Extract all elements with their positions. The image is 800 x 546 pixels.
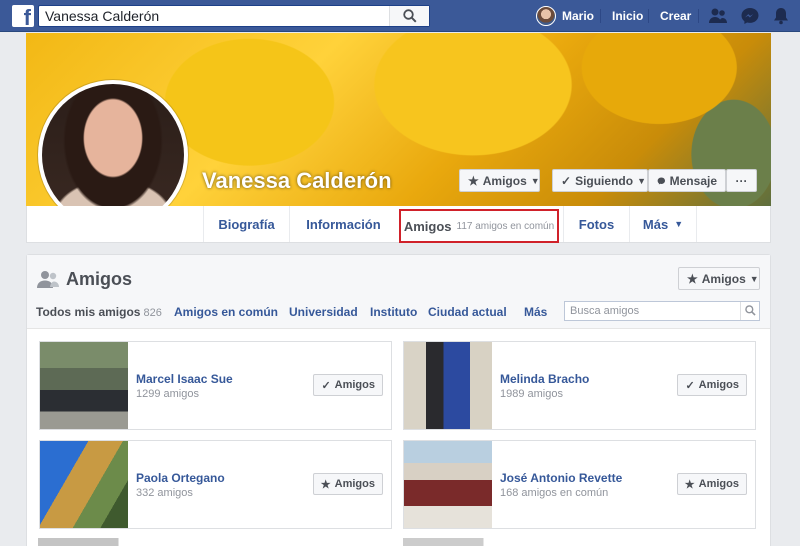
- check-icon: ✓: [561, 173, 572, 188]
- notifications-icon[interactable]: [771, 7, 791, 25]
- friends-search-input[interactable]: [570, 304, 740, 318]
- mutual-friends-count: 117 amigos en común: [456, 220, 555, 232]
- more-dots-icon: ···: [735, 173, 748, 188]
- friend-count: 168 amigos en común: [500, 487, 609, 499]
- friends-panel-header: Amigos ★ Amigos ▼ Todos mis amigos 826 Am…: [27, 255, 770, 329]
- divider: [648, 9, 649, 23]
- profile-tabs: Biografía Información Amigos 117 amigos …: [26, 206, 771, 243]
- check-icon: ✓: [321, 379, 331, 392]
- friends-panel: Amigos ★ Amigos ▼ Todos mis amigos 826 Am…: [26, 254, 771, 546]
- search-button[interactable]: [389, 6, 429, 26]
- friend-card: Melinda Bracho 1989 amigos ✓ Amigos: [403, 341, 756, 430]
- check-icon: ✓: [685, 379, 695, 392]
- friend-card: Marcel Isaac Sue 1299 amigos ✓ Amigos: [39, 341, 392, 430]
- friend-status-button[interactable]: ★ Amigos: [676, 473, 747, 495]
- friends-status-label: Amigos: [482, 173, 527, 188]
- friend-name[interactable]: José Antonio Revette: [500, 471, 622, 485]
- facebook-logo[interactable]: f: [12, 5, 34, 27]
- friend-status-label: Amigos: [698, 478, 739, 490]
- friend-name[interactable]: Marcel Isaac Sue: [136, 372, 233, 386]
- friends-count: 826: [143, 307, 162, 319]
- star-icon: ★: [468, 173, 479, 188]
- friend-card: José Antonio Revette 168 amigos en común…: [403, 440, 756, 529]
- filter-mutual-friends[interactable]: Amigos en común: [174, 305, 278, 319]
- friends-panel-title: Amigos: [66, 269, 133, 289]
- next-row-preview: [38, 538, 768, 546]
- friend-name[interactable]: Melinda Bracho: [500, 372, 589, 386]
- friend-photo[interactable]: [40, 342, 128, 429]
- tab-mas[interactable]: Más ▼: [629, 206, 697, 242]
- caret-down-icon: ▼: [674, 219, 684, 229]
- user-profile-link[interactable]: Mario: [536, 6, 594, 26]
- friend-status-button[interactable]: ✓ Amigos: [313, 374, 383, 396]
- top-bar: f Mario Inicio Crear: [0, 0, 800, 32]
- tab-biografia[interactable]: Biografía: [203, 206, 289, 242]
- friend-status-button[interactable]: ✓ Amigos: [677, 374, 747, 396]
- user-name: Mario: [562, 9, 595, 23]
- friend-requests-icon[interactable]: [708, 7, 728, 25]
- friends-header-label: Amigos: [701, 271, 746, 286]
- friend-status-label: Amigos: [334, 379, 375, 391]
- divider: [698, 9, 699, 23]
- message-button[interactable]: Mensaje: [648, 169, 726, 192]
- messenger-icon[interactable]: [740, 7, 760, 25]
- create-link[interactable]: Crear: [660, 9, 691, 23]
- messenger-icon: [657, 177, 665, 184]
- star-icon: ★: [687, 271, 698, 286]
- following-label: Siguiendo: [575, 173, 634, 188]
- friend-status-label: Amigos: [698, 379, 739, 391]
- divider: [600, 9, 601, 23]
- friend-name[interactable]: Paola Ortegano: [136, 471, 225, 485]
- filter-current-city[interactable]: Ciudad actual: [428, 305, 507, 319]
- caret-down-icon: ▼: [637, 175, 646, 186]
- tab-label: Más: [642, 216, 669, 232]
- search-icon: [745, 305, 756, 316]
- filter-university[interactable]: Universidad: [289, 305, 358, 319]
- filter-more[interactable]: Más: [524, 305, 547, 319]
- friend-card: Paola Ortegano 332 amigos ★ Amigos: [39, 440, 392, 529]
- tab-label: Fotos: [578, 216, 615, 232]
- caret-down-icon: ▼: [530, 175, 540, 186]
- friend-photo[interactable]: [404, 441, 492, 528]
- filter-all-friends[interactable]: Todos mis amigos 826: [36, 305, 162, 319]
- friends-icon: [37, 271, 59, 288]
- filter-high-school[interactable]: Instituto: [370, 305, 417, 319]
- friend-photo[interactable]: [404, 342, 492, 429]
- tab-fotos[interactable]: Fotos: [563, 206, 629, 242]
- tab-label: Información: [306, 216, 381, 232]
- home-link[interactable]: Inicio: [612, 9, 643, 23]
- search-box: [38, 5, 430, 27]
- tab-label: Biografía: [218, 216, 275, 232]
- profile-name[interactable]: Vanessa Calderón: [202, 168, 392, 194]
- search-icon: [403, 9, 417, 23]
- friend-count: 1299 amigos: [136, 388, 199, 400]
- friends-status-button[interactable]: ★ Amigos ▼: [459, 169, 540, 192]
- friend-photo[interactable]: [40, 441, 128, 528]
- filter-label: Todos mis amigos: [36, 305, 141, 319]
- friend-count: 332 amigos: [136, 487, 193, 499]
- search-input[interactable]: [45, 7, 395, 25]
- friends-search-box: [564, 301, 760, 321]
- caret-down-icon: ▼: [749, 273, 759, 284]
- profile-photo-image: [42, 84, 184, 226]
- friend-status-label: Amigos: [334, 478, 375, 490]
- tab-informacion[interactable]: Información: [289, 206, 397, 242]
- friends-search-button[interactable]: [740, 302, 759, 320]
- friends-header-button[interactable]: ★ Amigos ▼: [678, 267, 760, 290]
- tab-label: Amigos: [403, 218, 452, 234]
- following-button[interactable]: ✓ Siguiendo ▼: [552, 169, 648, 192]
- message-label: Mensaje: [669, 173, 717, 188]
- friend-status-button[interactable]: ★ Amigos: [312, 473, 383, 495]
- star-icon: ★: [684, 478, 695, 491]
- avatar: [536, 6, 556, 26]
- friend-count: 1989 amigos: [500, 388, 563, 400]
- more-options-button[interactable]: ···: [726, 169, 757, 192]
- star-icon: ★: [320, 478, 331, 491]
- tab-amigos[interactable]: Amigos 117 amigos en común: [399, 209, 559, 243]
